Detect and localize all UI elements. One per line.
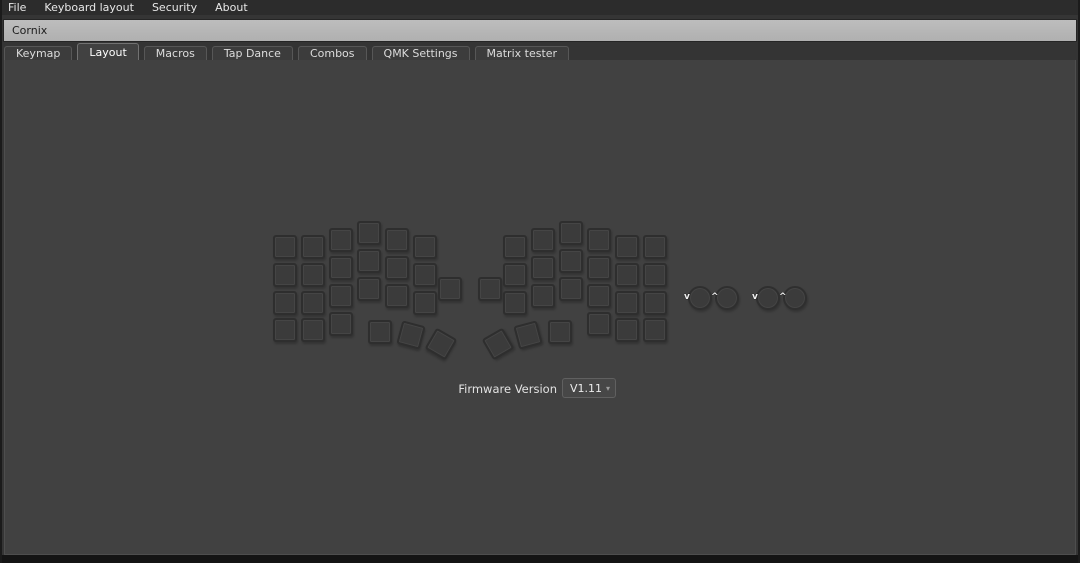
encoder-key[interactable]: v [688,286,712,310]
keyboard-key[interactable] [385,228,409,252]
firmware-version-row: Firmware Version V1.11 ▾ [0,378,1080,399]
keyboard-key[interactable] [273,291,297,315]
keyboard-key[interactable] [301,318,325,342]
keyboard-key[interactable] [615,263,639,287]
keyboard-key[interactable] [329,312,353,336]
tab-combos[interactable]: Combos [298,46,367,60]
keyboard-key[interactable] [531,228,555,252]
menu-item-about[interactable]: About [206,0,257,15]
menu-item-file[interactable]: File [5,0,35,15]
menu-item-keyboard-layout[interactable]: Keyboard layout [35,0,143,15]
keyboard-key[interactable] [357,277,381,301]
keyboard-key[interactable] [273,318,297,342]
keyboard-key[interactable] [413,291,437,315]
chevron-down-icon: ▾ [606,384,610,394]
keyboard-key[interactable] [587,312,611,336]
keyboard-key[interactable] [503,235,527,259]
firmware-version-dropdown[interactable]: V1.11 ▾ [562,378,616,398]
device-selector-value: Cornix [12,24,47,37]
keyboard-key[interactable] [531,256,555,280]
keyboard-key[interactable] [385,284,409,308]
keyboard-layout-view: v^v^ [0,0,1080,563]
keyboard-key[interactable] [548,320,572,344]
tab-macros[interactable]: Macros [144,46,207,60]
tab-layout[interactable]: Layout [77,43,138,60]
tab-matrix-tester[interactable]: Matrix tester [475,46,570,60]
keyboard-key[interactable] [531,284,555,308]
tab-qmk-settings[interactable]: QMK Settings [372,46,470,60]
keyboard-key[interactable] [329,256,353,280]
keyboard-key[interactable] [478,277,502,301]
window-edge-left [0,0,2,563]
keyboard-key[interactable] [396,320,425,349]
encoder-key[interactable]: v [756,286,780,310]
keyboard-key[interactable] [273,235,297,259]
rotate-down-icon: v [752,293,758,302]
keyboard-key[interactable] [301,263,325,287]
tab-keymap[interactable]: Keymap [4,46,72,60]
firmware-version-label: Firmware Version [458,382,557,396]
menu-item-security[interactable]: Security [143,0,206,15]
keyboard-key[interactable] [559,221,583,245]
tab-tap-dance[interactable]: Tap Dance [212,46,293,60]
keyboard-key[interactable] [482,328,515,361]
keyboard-key[interactable] [615,291,639,315]
device-selector-combobox[interactable]: Cornix [3,19,1077,42]
keyboard-key[interactable] [438,277,462,301]
keyboard-key[interactable] [329,284,353,308]
keyboard-key[interactable] [559,277,583,301]
keyboard-key[interactable] [425,328,458,361]
keyboard-key[interactable] [301,291,325,315]
keyboard-key[interactable] [559,249,583,273]
keyboard-key[interactable] [329,228,353,252]
rotate-up-icon: ^ [711,293,719,302]
keyboard-key[interactable] [643,318,667,342]
keyboard-key[interactable] [357,249,381,273]
keyboard-key[interactable] [503,291,527,315]
keyboard-key[interactable] [615,235,639,259]
keyboard-key[interactable] [413,263,437,287]
keyboard-key[interactable] [587,256,611,280]
keyboard-key[interactable] [643,291,667,315]
keyboard-key[interactable] [503,263,527,287]
keyboard-key[interactable] [368,320,392,344]
keyboard-key[interactable] [513,320,542,349]
keyboard-key[interactable] [643,235,667,259]
encoder-key[interactable]: ^ [783,286,807,310]
window-edge-bottom [0,555,1080,563]
rotate-down-icon: v [684,293,690,302]
keyboard-key[interactable] [643,263,667,287]
rotate-up-icon: ^ [779,293,787,302]
keyboard-key[interactable] [357,221,381,245]
keyboard-key[interactable] [587,228,611,252]
keyboard-key[interactable] [413,235,437,259]
keyboard-key[interactable] [615,318,639,342]
keyboard-key[interactable] [273,263,297,287]
keyboard-key[interactable] [385,256,409,280]
menu-bar: FileKeyboard layoutSecurityAbout [0,0,1080,15]
encoder-key[interactable]: ^ [715,286,739,310]
firmware-version-value: V1.11 [570,382,602,395]
keyboard-key[interactable] [587,284,611,308]
tab-bar: Keymap Layout Macros Tap Dance Combos QMK Set… [0,42,1080,60]
keyboard-key[interactable] [301,235,325,259]
